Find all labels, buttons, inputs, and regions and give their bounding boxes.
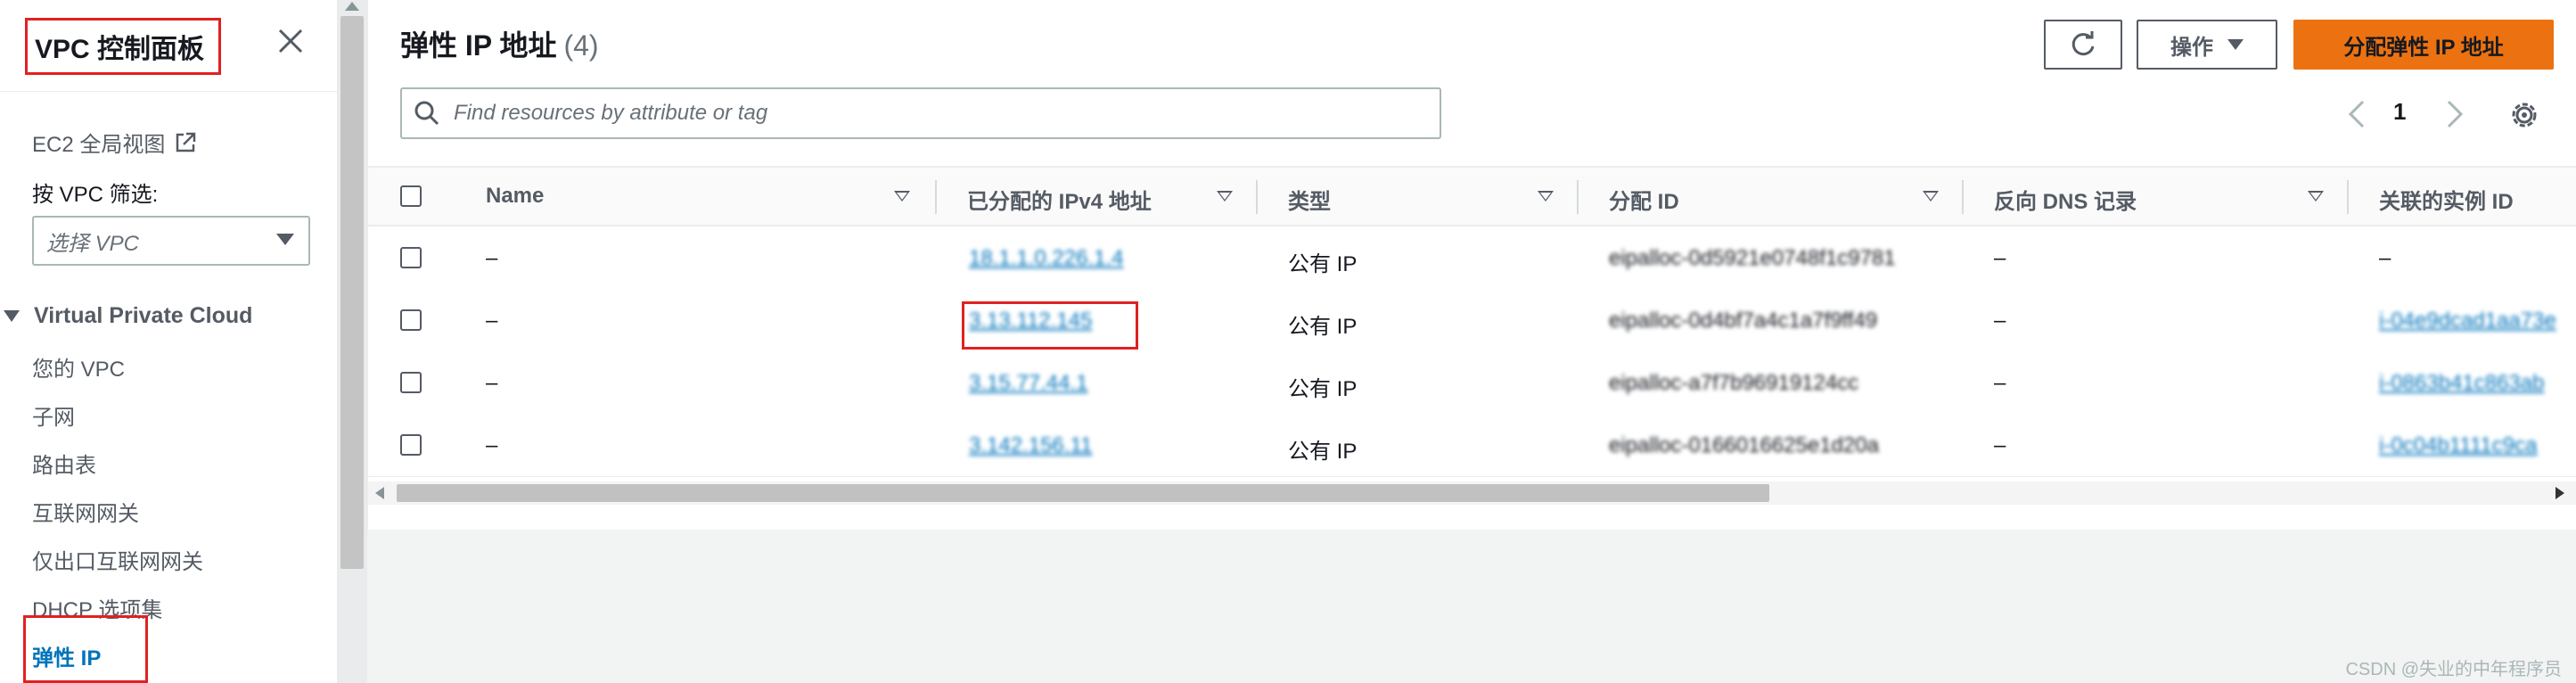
table-row[interactable]: – 18.1.1.0.226.1.4 公有 IP eipalloc-0d5921… [368,226,2576,290]
scroll-left-icon[interactable] [375,487,384,499]
refresh-button[interactable] [2044,20,2122,70]
allocate-eip-button[interactable]: 分配弹性 IP 地址 [2293,20,2554,70]
column-divider[interactable] [1256,180,1258,214]
column-header-type[interactable]: 类型 [1288,184,1331,215]
column-header-reverse-dns[interactable]: 反向 DNS 记录 [1994,184,2137,215]
page-title-count: (4) [563,29,599,62]
sidebar-title: VPC 控制面板 [25,18,221,75]
actions-button[interactable]: 操作 [2137,20,2277,70]
cell-instance-id[interactable]: i-0c04b1111c9ca [2379,433,2537,458]
table-row[interactable]: – 3.142.156.11 公有 IP eipalloc-0166016625… [368,414,2576,477]
cell-allocation-id: eipalloc-0d4bf7a4c1a7f9ff49 [1609,309,1878,333]
elastic-ip-panel: 弹性 IP 地址 (4) 操作 分配弹性 IP 地址 Find resources… [367,0,2576,530]
column-divider[interactable] [935,180,937,214]
cell-name: – [486,371,498,395]
table-row[interactable]: – 3.13.112.145 公有 IP eipalloc-0d4bf7a4c1… [368,289,2576,352]
nav-subnets[interactable]: 子网 [32,399,75,431]
allocate-eip-label: 分配弹性 IP 地址 [2343,35,2504,60]
sidebar-scrollbar[interactable] [337,0,367,683]
column-divider[interactable] [1962,180,1964,214]
cell-ipv4[interactable]: 3.15.77.44.1 [969,371,1087,396]
cell-type: 公有 IP [1288,315,1358,339]
refresh-icon [2071,31,2095,56]
vpc-filter-placeholder: 选择 VPC [46,231,140,256]
table-row[interactable]: – 3.15.77.44.1 公有 IP eipalloc-a7f7b96919… [368,351,2576,415]
column-divider[interactable] [1577,180,1579,214]
cell-reverse-dns: – [1994,371,2006,395]
cell-instance-id[interactable]: i-04e9dcad1aa73e [2379,309,2556,333]
cell-ipv4[interactable]: 18.1.1.0.226.1.4 [969,246,1123,271]
caret-down-icon [2227,39,2244,50]
column-header-instance-id[interactable]: 关联的实例 ID [2379,184,2514,215]
cell-allocation-id: eipalloc-0166016625e1d20a [1609,433,1879,457]
search-input[interactable]: Find resources by attribute or tag [400,87,1441,139]
horizontal-scrollbar[interactable] [368,481,2576,505]
scroll-up-icon[interactable] [345,2,359,11]
page-title-text: 弹性 IP 地址 [400,29,557,62]
close-icon[interactable] [273,23,308,59]
scroll-thumb[interactable] [340,16,364,569]
caret-down-icon [4,310,20,322]
nav-your-vpcs[interactable]: 您的 VPC [32,351,125,383]
cell-reverse-dns: – [1994,309,2006,333]
sort-icon[interactable] [2308,191,2324,202]
cell-name: – [486,246,498,270]
table-header: Name 已分配的 IPv4 地址 类型 分配 ID 反向 DNS 记录 关联的… [368,166,2576,226]
sort-icon[interactable] [1923,191,1939,202]
sidebar: VPC 控制面板 EC2 全局视图 按 VPC 筛选: 选择 VPC Virtu… [0,0,338,683]
cell-instance-id[interactable]: i-0863b41c863ab [2379,371,2545,396]
cell-allocation-id: eipalloc-0d5921e0748f1c9781 [1609,246,1896,270]
section-label: Virtual Private Cloud [34,303,253,328]
page-number[interactable]: 1 [2393,98,2406,126]
sort-icon[interactable] [1217,191,1233,202]
page-title: 弹性 IP 地址 (4) [400,23,599,64]
sidebar-divider [0,91,337,92]
watermark: CSDN @失业的中年程序员 [2345,660,2562,679]
cell-reverse-dns: – [1994,433,2006,457]
cell-type: 公有 IP [1288,440,1358,464]
ec2-global-view-label: EC2 全局视图 [32,133,166,157]
actions-label: 操作 [2170,35,2213,60]
cell-name: – [486,309,498,333]
column-header-name[interactable]: Name [486,184,544,209]
cell-type: 公有 IP [1288,377,1358,401]
chevron-left-icon[interactable] [2343,96,2370,132]
chevron-right-icon[interactable] [2441,96,2468,132]
row-checkbox[interactable] [400,309,422,331]
row-checkbox[interactable] [400,372,422,393]
section-virtual-private-cloud[interactable]: Virtual Private Cloud [4,303,252,329]
select-all-checkbox[interactable] [400,185,422,207]
gear-icon[interactable] [2506,96,2543,134]
external-link-icon [176,132,196,152]
sort-icon[interactable] [1538,191,1554,202]
column-header-allocation-id[interactable]: 分配 ID [1609,184,1679,215]
highlight-box-nav [23,615,148,683]
main-content: 弹性 IP 地址 (4) 操作 分配弹性 IP 地址 Find resources… [367,0,2576,683]
caret-down-icon [276,234,294,245]
column-header-ipv4[interactable]: 已分配的 IPv4 地址 [967,184,1152,215]
nav-internet-gateways[interactable]: 互联网网关 [32,496,139,527]
sort-icon[interactable] [894,191,910,202]
cell-reverse-dns: – [1994,246,2006,270]
nav-route-tables[interactable]: 路由表 [32,448,96,479]
cell-type: 公有 IP [1288,252,1358,276]
column-divider[interactable] [2347,180,2349,214]
cell-instance-id: – [2379,246,2391,270]
nav-egress-only-gateways[interactable]: 仅出口互联网网关 [32,544,203,575]
row-checkbox[interactable] [400,247,422,268]
row-checkbox[interactable] [400,434,422,456]
highlight-box-ip [962,301,1138,350]
vpc-filter-select[interactable]: 选择 VPC [32,216,310,266]
cell-allocation-id: eipalloc-a7f7b96919124cc [1609,371,1859,395]
scroll-right-icon[interactable] [2555,487,2564,499]
ec2-global-view-link[interactable]: EC2 全局视图 [32,127,197,158]
cell-name: – [486,433,498,457]
search-icon [414,101,439,126]
vpc-filter-label: 按 VPC 筛选: [32,183,159,207]
search-placeholder: Find resources by attribute or tag [454,101,768,125]
cell-ipv4[interactable]: 3.142.156.11 [969,433,1092,458]
scroll-thumb[interactable] [397,484,1769,502]
